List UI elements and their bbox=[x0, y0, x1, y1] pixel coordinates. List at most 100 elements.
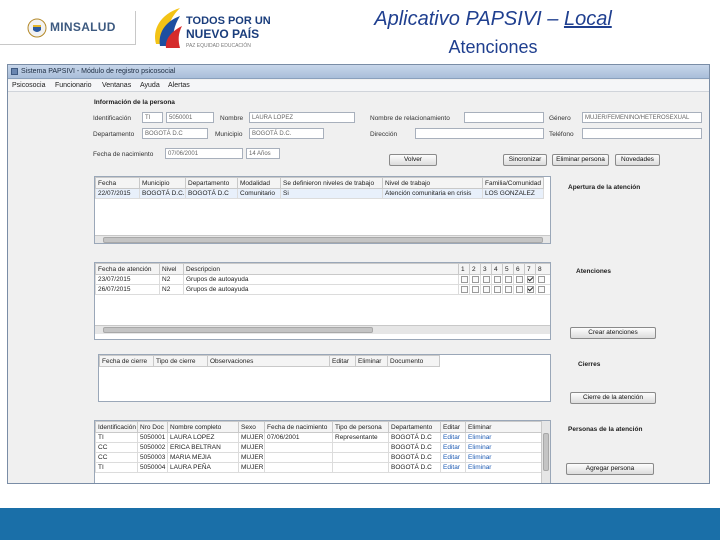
level-checkbox[interactable] bbox=[494, 285, 501, 293]
menu-ayuda[interactable]: Ayuda bbox=[140, 82, 160, 89]
table-cell: TI bbox=[95, 432, 138, 443]
eliminar-link[interactable]: Eliminar bbox=[465, 462, 542, 473]
departamento-label: Departamento bbox=[93, 131, 135, 138]
table-row[interactable]: 26/07/2015 N2 Grupos de autoayuda bbox=[95, 284, 550, 295]
table-cell: 07/06/2001 bbox=[264, 432, 333, 443]
municipio-field[interactable]: BOGOTÁ D.C. bbox=[249, 128, 324, 139]
level-checkbox[interactable] bbox=[461, 275, 468, 283]
cierres-col-observaciones[interactable]: Observaciones bbox=[207, 355, 330, 367]
atenciones-body: 23/07/2015 N2 Grupos de autoayuda 26/07/201… bbox=[95, 274, 550, 295]
cierres-col-fecha[interactable]: Fecha de cierre bbox=[99, 355, 154, 367]
departamento-field[interactable]: BOGOTÁ D.C bbox=[142, 128, 208, 139]
apertura-col-municipio[interactable]: Municipio bbox=[139, 177, 186, 189]
table-cell: 22/07/2015 bbox=[95, 188, 140, 199]
apertura-col-fecha[interactable]: Fecha bbox=[95, 177, 140, 189]
nacimiento-field[interactable]: 07/06/2001 bbox=[165, 148, 243, 159]
atenciones-col-nivel[interactable]: Nivel bbox=[159, 263, 184, 275]
eliminar-link[interactable]: Eliminar bbox=[465, 442, 542, 453]
atenciones-col-fecha[interactable]: Fecha de atención bbox=[95, 263, 160, 275]
level-checkbox[interactable] bbox=[472, 275, 479, 283]
slide-title-underlined: Local bbox=[563, 8, 612, 30]
eliminar-persona-button[interactable]: Eliminar persona bbox=[552, 154, 609, 166]
menu-funcionario[interactable]: Funcionario bbox=[55, 82, 92, 89]
table-row[interactable]: TI 5050001 LAURA LOPEZ MUJER 07/06/2001 Repre… bbox=[95, 432, 542, 443]
personas-col-editar[interactable]: Editar bbox=[440, 421, 466, 433]
table-cell: Atención comunitaria en crisis bbox=[382, 188, 483, 199]
cierre-atencion-button[interactable]: Cierre de la atención bbox=[570, 392, 656, 404]
cierres-col-editar[interactable]: Editar bbox=[329, 355, 356, 367]
personas-col-departamento[interactable]: Departamento bbox=[388, 421, 441, 433]
menu-alertas[interactable]: Alertas bbox=[168, 82, 190, 89]
personas-col-nro-doc[interactable]: Nro Doc bbox=[137, 421, 168, 433]
identificacion-type-field[interactable]: TI bbox=[142, 112, 163, 123]
cierres-col-eliminar[interactable]: Eliminar bbox=[355, 355, 388, 367]
logo-slogan-line2: NUEVO PAÍS bbox=[186, 27, 260, 41]
level-checkbox[interactable] bbox=[505, 275, 512, 283]
table-row[interactable]: TI 5050004 LAURA PEÑA MUJER BOGOTÁ D.C Editar… bbox=[95, 462, 542, 473]
apertura-col-modalidad[interactable]: Modalidad bbox=[237, 177, 281, 189]
level-checkbox[interactable] bbox=[505, 285, 512, 293]
table-cell bbox=[264, 462, 333, 473]
eliminar-link[interactable]: Eliminar bbox=[465, 432, 542, 443]
apertura-side-title: Apertura de la atención bbox=[568, 184, 641, 191]
editar-link[interactable]: Editar bbox=[440, 452, 466, 463]
apertura-col-departamento[interactable]: Departamento bbox=[185, 177, 238, 189]
table-row[interactable]: CC 5050003 MARIA MEJIA MUJER BOGOTÁ D.C Edita… bbox=[95, 452, 542, 463]
telefono-field[interactable] bbox=[582, 128, 702, 139]
editar-link[interactable]: Editar bbox=[440, 462, 466, 473]
level-checkbox[interactable] bbox=[538, 275, 545, 283]
level-checkbox[interactable] bbox=[527, 275, 534, 283]
personas-vscrollbar[interactable] bbox=[541, 421, 550, 483]
personas-col-tipo[interactable]: Tipo de persona bbox=[332, 421, 389, 433]
apertura-col-nivel-trabajo[interactable]: Nivel de trabajo bbox=[382, 177, 483, 189]
agregar-persona-button[interactable]: Agregar persona bbox=[566, 463, 654, 475]
checkbox-cell bbox=[480, 284, 492, 295]
direccion-field[interactable] bbox=[415, 128, 544, 139]
scroll-thumb[interactable] bbox=[103, 327, 373, 333]
menu-psicosocia[interactable]: Psicosocia bbox=[12, 82, 45, 89]
menu-ventanas[interactable]: Ventanas bbox=[102, 82, 131, 89]
sincronizar-button[interactable]: Sincronizar bbox=[503, 154, 547, 166]
crear-atenciones-button[interactable]: Crear atenciones bbox=[570, 327, 656, 339]
novedades-button[interactable]: Novedades bbox=[615, 154, 660, 166]
identificacion-number-field[interactable]: 5050001 bbox=[166, 112, 214, 123]
personas-col-eliminar[interactable]: Eliminar bbox=[465, 421, 542, 433]
eliminar-link[interactable]: Eliminar bbox=[465, 452, 542, 463]
level-checkbox[interactable] bbox=[516, 285, 523, 293]
table-row[interactable]: 22/07/2015 BOGOTÁ D.C. BOGOTÁ D.C Comuni… bbox=[95, 188, 544, 199]
apertura-col-niveles[interactable]: Se definieron niveles de trabajo bbox=[280, 177, 383, 189]
level-checkbox[interactable] bbox=[494, 275, 501, 283]
apertura-col-familia[interactable]: Familia/Comunidad bbox=[482, 177, 544, 189]
scroll-thumb[interactable] bbox=[543, 433, 549, 471]
personas-col-nacimiento[interactable]: Fecha de nacimiento bbox=[264, 421, 333, 433]
level-checkbox[interactable] bbox=[527, 285, 534, 293]
table-cell: LAURA PEÑA bbox=[167, 462, 239, 473]
cierres-col-tipo[interactable]: Tipo de cierre bbox=[153, 355, 208, 367]
logo-slogan-line1: TODOS POR UN bbox=[186, 15, 271, 27]
table-row[interactable]: 23/07/2015 N2 Grupos de autoayuda bbox=[95, 274, 550, 285]
level-checkbox[interactable] bbox=[483, 285, 490, 293]
level-checkbox[interactable] bbox=[483, 275, 490, 283]
table-cell: BOGOTÁ D.C bbox=[388, 462, 441, 473]
editar-link[interactable]: Editar bbox=[440, 442, 466, 453]
genero-field[interactable]: MUJER/FEMENINO/HETEROSEXUAL bbox=[582, 112, 702, 123]
nombre-field[interactable]: LAURA LOPEZ bbox=[249, 112, 355, 123]
window-titlebar[interactable]: Sistema PAPSIVI - Módulo de registro psi… bbox=[8, 65, 709, 79]
cierres-col-documento[interactable]: Documento bbox=[387, 355, 440, 367]
personas-col-identificacion[interactable]: Identificación bbox=[95, 421, 138, 433]
personas-col-sexo[interactable]: Sexo bbox=[238, 421, 265, 433]
level-checkbox[interactable] bbox=[472, 285, 479, 293]
volver-button[interactable]: Volver bbox=[389, 154, 437, 166]
minsalud-logo-text: MINSALUD bbox=[50, 20, 116, 34]
atenciones-hscrollbar[interactable] bbox=[95, 325, 550, 334]
level-checkbox[interactable] bbox=[538, 285, 545, 293]
level-checkbox[interactable] bbox=[461, 285, 468, 293]
apertura-hscrollbar[interactable] bbox=[95, 235, 550, 243]
atenciones-col-descripcion[interactable]: Descripcion bbox=[183, 263, 459, 275]
scroll-thumb[interactable] bbox=[103, 237, 543, 243]
table-row[interactable]: CC 5050002 ERICA BELTRAN MUJER BOGOTÁ D.C Edi… bbox=[95, 442, 542, 453]
level-checkbox[interactable] bbox=[516, 275, 523, 283]
relacionamiento-field[interactable] bbox=[464, 112, 544, 123]
editar-link[interactable]: Editar bbox=[440, 432, 466, 443]
personas-col-nombre[interactable]: Nombre completo bbox=[167, 421, 239, 433]
